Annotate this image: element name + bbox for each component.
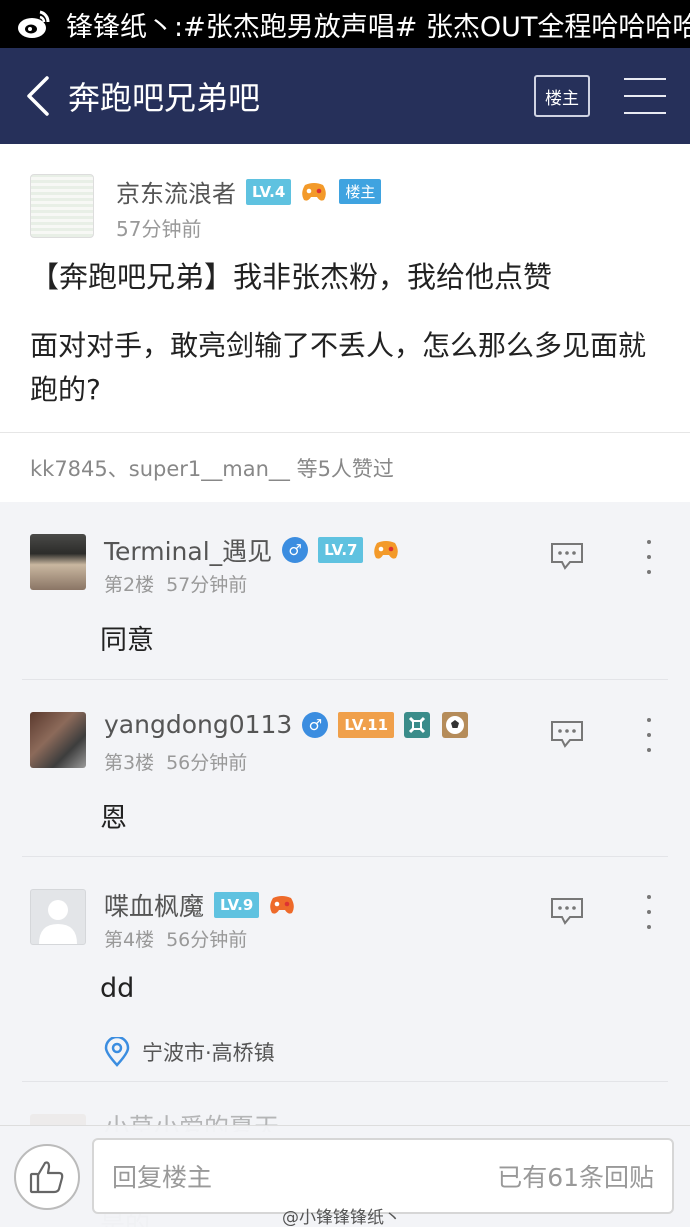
weibo-strip: 锋锋纸丶:#张杰跑男放声唱# 张杰OUT全程哈哈哈哈 — [0, 0, 690, 48]
male-icon: ♂ — [302, 711, 329, 738]
more-options-icon[interactable] — [640, 540, 658, 574]
louzhu-only-button[interactable]: 楼主 — [534, 75, 590, 117]
reply-author[interactable]: yangdong0113 — [104, 710, 292, 739]
floor-number: 第3楼 — [104, 752, 155, 774]
reply-item: Terminal_遇见 ♂ LV.7 第2楼 57分钟前 同意 — [0, 502, 690, 680]
reply-user-row: yangdong0113 ♂ LV.11 — [104, 710, 470, 739]
floor-number: 第2楼 — [104, 574, 155, 596]
gamepad-badge-icon — [267, 892, 297, 918]
reply-author[interactable]: 喋血枫魔 — [104, 887, 204, 923]
comment-icon[interactable] — [550, 897, 584, 925]
main-post: 京东流浪者 LV.4 楼主 57分钟前 【奔跑吧兄弟】我非张杰粉，我给他点赞 面… — [0, 144, 690, 502]
reply-meta: 第2楼 57分钟前 — [104, 570, 247, 597]
likes-summary[interactable]: kk7845、super1__man__ 等5人赞过 — [0, 432, 690, 502]
location-text: 宁波市·高桥镇 — [142, 1041, 275, 1065]
location-tag[interactable]: 宁波市·高桥镇 — [104, 1037, 275, 1067]
avatar[interactable] — [30, 712, 86, 768]
more-options-icon[interactable] — [640, 895, 658, 929]
level-badge: LV.4 — [246, 178, 292, 205]
post-body: 面对对手，敢亮剑输了不丢人，怎么那么多见面就跑的? — [30, 329, 647, 406]
reply-meta: 第4楼 56分钟前 — [104, 925, 247, 952]
male-icon: ♂ — [282, 537, 309, 563]
location-pin-icon — [104, 1037, 130, 1067]
post-author[interactable]: 京东流浪者 — [116, 174, 236, 209]
gamepad-badge-icon — [299, 179, 329, 205]
post-title: 【奔跑吧兄弟】我非张杰粉，我给他点赞 — [30, 260, 553, 294]
reply-placeholder: 回复楼主 — [112, 1163, 213, 1192]
level-badge: LV.11 — [338, 711, 395, 738]
comment-icon[interactable] — [550, 542, 584, 570]
menu-line — [624, 112, 666, 114]
watermark: @小锋锋锋纸丶 — [282, 1208, 401, 1227]
reply-user-row: 喋血枫魔 LV.9 — [104, 887, 297, 923]
teal-badge-icon — [402, 711, 432, 738]
avatar[interactable] — [30, 534, 86, 590]
more-options-icon[interactable] — [640, 718, 658, 752]
reply-meta: 第3楼 56分钟前 — [104, 748, 247, 775]
level-badge: LV.7 — [318, 537, 364, 563]
weibo-headline: 锋锋纸丶:#张杰跑男放声唱# 张杰OUT全程哈哈哈哈 — [66, 11, 690, 43]
reply-content: 同意 — [100, 625, 154, 656]
reply-content: dd — [100, 973, 135, 1004]
louzhu-badge: 楼主 — [339, 179, 382, 204]
avatar[interactable] — [30, 889, 86, 945]
default-avatar-icon — [39, 900, 77, 944]
comment-icon[interactable] — [550, 720, 584, 748]
back-button[interactable] — [8, 48, 68, 144]
reply-count: 已有61条回贴 — [497, 1163, 654, 1192]
thumbs-up-icon — [29, 1161, 64, 1194]
menu-line — [624, 95, 666, 97]
page-title: 奔跑吧兄弟吧 — [68, 79, 261, 117]
reply-time: 56分钟前 — [166, 929, 248, 951]
post-time: 57分钟前 — [116, 217, 202, 241]
level-badge: LV.9 — [214, 892, 260, 918]
reply-time: 57分钟前 — [166, 574, 248, 596]
reply-time: 56分钟前 — [166, 752, 248, 774]
menu-button[interactable] — [624, 78, 666, 114]
nav-bar: 奔跑吧兄弟吧 楼主 — [0, 48, 690, 144]
reply-user-row: Terminal_遇见 ♂ LV.7 — [104, 532, 401, 568]
reply-item: yangdong0113 ♂ LV.11 第3楼 56分钟前 恩 — [0, 680, 690, 857]
post-user-row: 京东流浪者 LV.4 楼主 — [116, 174, 382, 209]
menu-icon — [624, 78, 666, 80]
chevron-left-icon — [27, 76, 49, 116]
reply-content: 恩 — [100, 803, 127, 834]
like-button[interactable] — [14, 1144, 80, 1210]
reply-item: 喋血枫魔 LV.9 第4楼 56分钟前 dd 宁波市·高桥镇 — [0, 857, 690, 1082]
football-badge-icon — [440, 711, 470, 738]
weibo-logo-icon — [18, 10, 50, 38]
reply-author[interactable]: Terminal_遇见 — [104, 532, 272, 568]
floor-number: 第4楼 — [104, 929, 155, 951]
avatar[interactable] — [30, 174, 94, 238]
gamepad-badge-icon — [371, 537, 401, 563]
